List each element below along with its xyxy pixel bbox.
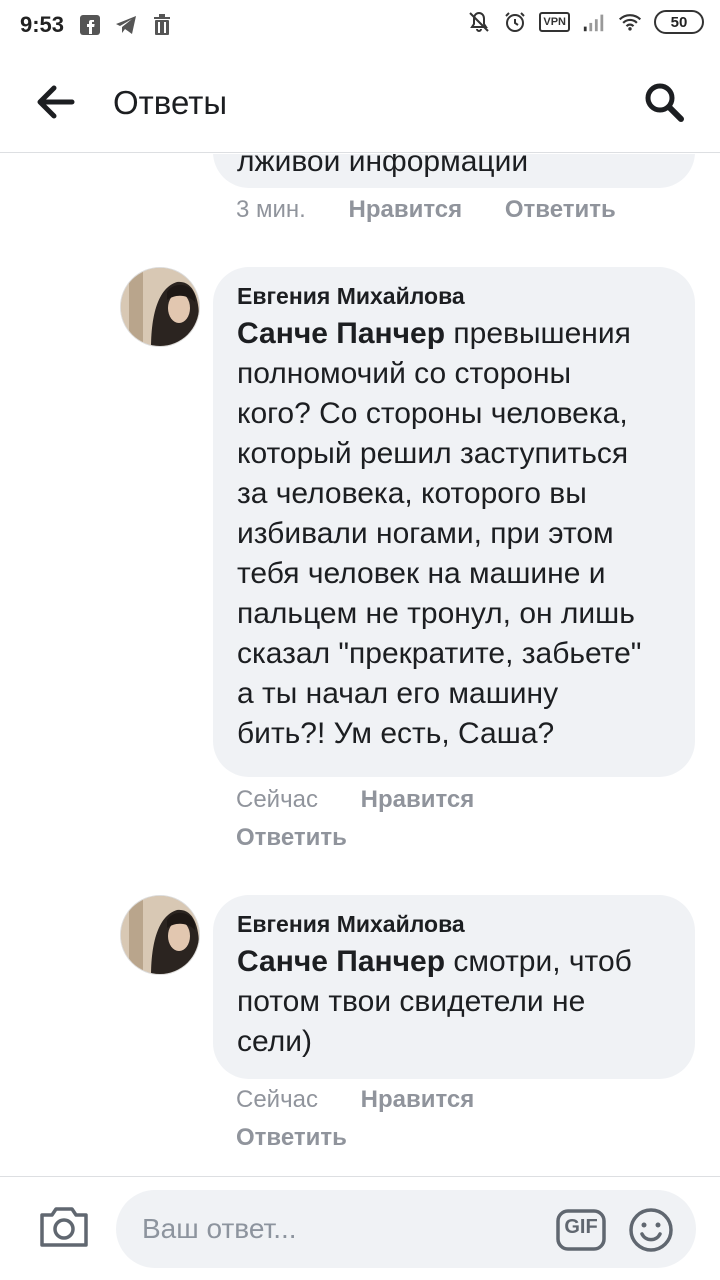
mention-link[interactable]: Санче Панчер <box>237 945 445 978</box>
comment-meta-reply: Ответить <box>236 824 383 852</box>
emoji-button[interactable] <box>628 1207 674 1253</box>
comment-bubble: Евгения Михайлова Санче Панчер смотри, ч… <box>213 895 695 1079</box>
comment-bubble: лживой информации <box>213 154 695 188</box>
comment-text: Санче Панчер превышения полномочий со ст… <box>237 317 642 750</box>
comment-bubble: Евгения Михайлова Санче Панчер превышени… <box>213 267 695 777</box>
reply-input[interactable] <box>116 1190 696 1268</box>
status-bar: 9:53 VPN 50 <box>0 0 720 50</box>
arrow-left-icon <box>37 85 75 119</box>
comment-meta: 3 мин. Нравится Ответить <box>236 196 652 224</box>
mention-link[interactable]: Санче Панчер <box>237 317 445 350</box>
reply-composer: GIF <box>0 1176 720 1280</box>
vpn-badge: VPN <box>539 12 570 32</box>
battery-indicator: 50 <box>654 10 704 34</box>
like-button[interactable]: Нравится <box>361 786 475 813</box>
alarm-icon <box>503 10 527 34</box>
mute-bell-icon <box>467 10 491 34</box>
comment-author[interactable]: Евгения Михайлова <box>237 911 671 938</box>
replies-list[interactable]: лживой информации 3 мин. Нравится Ответи… <box>0 154 720 1176</box>
trash-icon <box>150 13 174 37</box>
avatar[interactable] <box>120 895 200 975</box>
back-button[interactable] <box>36 84 76 120</box>
gif-label: GIF <box>564 1216 598 1238</box>
wifi-icon <box>618 10 642 34</box>
facebook-icon <box>78 13 102 37</box>
reply-button[interactable]: Ответить <box>236 824 347 851</box>
header-bar: Ответы <box>0 50 720 153</box>
gif-button[interactable]: GIF <box>556 1207 606 1253</box>
comment-meta-reply: Ответить <box>236 1124 383 1152</box>
telegram-icon <box>114 13 138 37</box>
camera-icon <box>40 1207 88 1247</box>
signal-icon <box>582 10 606 34</box>
comment-author[interactable]: Евгения Михайлова <box>237 283 671 310</box>
search-button[interactable] <box>642 80 686 124</box>
page-title: Ответы <box>113 84 228 121</box>
like-button[interactable]: Нравится <box>349 196 463 223</box>
reply-button[interactable]: Ответить <box>505 196 616 223</box>
like-button[interactable]: Нравится <box>361 1086 475 1113</box>
camera-button[interactable] <box>38 1203 90 1249</box>
comment-time: Сейчас <box>236 786 318 813</box>
comment-time: Сейчас <box>236 1086 318 1113</box>
search-icon <box>645 83 684 122</box>
comment-text: лживой информации <box>237 154 529 178</box>
smiley-icon <box>629 1208 673 1252</box>
avatar[interactable] <box>120 267 200 347</box>
comment-meta: Сейчас Нравится <box>236 786 510 814</box>
comment-time: 3 мин. <box>236 196 306 223</box>
comment-text: Санче Панчер смотри, чтоб потом твои сви… <box>237 945 632 1058</box>
comment-meta: Сейчас Нравится <box>236 1086 510 1114</box>
status-time: 9:53 <box>20 12 65 37</box>
reply-button[interactable]: Ответить <box>236 1124 347 1151</box>
